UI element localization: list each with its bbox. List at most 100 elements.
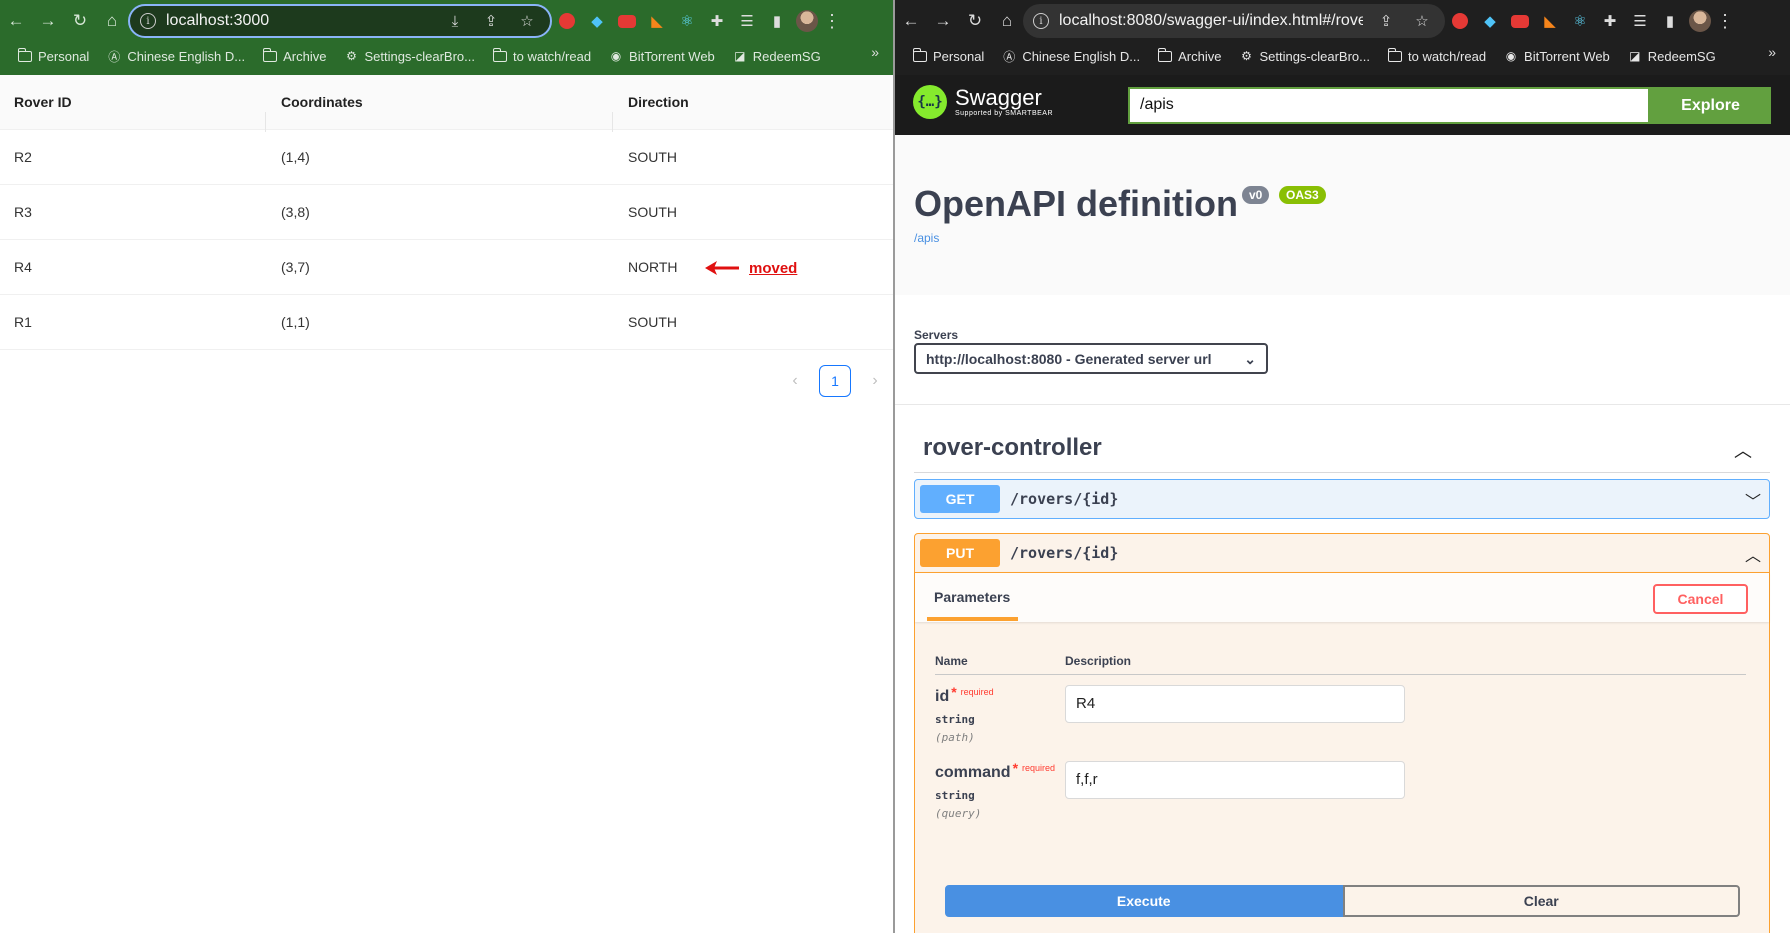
bookmark-archive[interactable]: Archive xyxy=(1150,47,1229,64)
bookmark-settings[interactable]: ⚙ Settings-clearBro... xyxy=(1231,49,1378,64)
folder-icon xyxy=(492,47,507,62)
api-info: OpenAPI definition v0 OAS3 /apis xyxy=(895,135,1790,295)
extension-gem-icon[interactable]: ◆ xyxy=(582,6,612,36)
tab-active-indicator xyxy=(927,617,1018,621)
reading-list-icon[interactable]: ☰ xyxy=(1625,6,1655,36)
chevron-down-icon[interactable]: ﹀ xyxy=(1745,488,1761,512)
reading-list-icon[interactable]: ☰ xyxy=(732,6,762,36)
bookmark-label: RedeemSG xyxy=(752,48,821,64)
column-header: Rover ID xyxy=(14,94,72,110)
bookmark-site-icon: ◪ xyxy=(734,49,746,63)
more-bookmarks-icon[interactable]: » xyxy=(871,44,879,60)
operation-summary[interactable]: PUT /rovers/{id} ︿ xyxy=(915,534,1769,572)
bookmark-archive[interactable]: Archive xyxy=(255,47,334,64)
home-icon[interactable]: ⌂ xyxy=(96,5,128,37)
bookmark-bittorrent[interactable]: ◉ BitTorrent Web xyxy=(1496,49,1618,64)
back-icon[interactable]: ← xyxy=(895,5,927,37)
bookmark-redeemsg[interactable]: ◪ RedeemSG xyxy=(1620,49,1724,64)
table-cell: SOUTH xyxy=(628,149,677,165)
profile-avatar[interactable] xyxy=(1685,6,1715,36)
menu-icon[interactable]: ⋮ xyxy=(1715,11,1735,32)
extension-react-icon[interactable]: ⚛ xyxy=(672,6,702,36)
server-select[interactable]: http://localhost:8080 - Generated server… xyxy=(914,343,1268,374)
bookmark-to-watch[interactable]: to watch/read xyxy=(1380,47,1494,64)
share-icon[interactable]: ⇪ xyxy=(1373,12,1399,30)
install-icon[interactable]: ⤓ xyxy=(442,13,468,30)
operation-get-rover[interactable]: GET /rovers/{id} ﹀ xyxy=(914,479,1770,519)
bookmark-label: BitTorrent Web xyxy=(629,48,715,64)
share-icon[interactable]: ⇪ xyxy=(478,12,504,30)
back-icon[interactable]: ← xyxy=(0,5,32,37)
address-bar[interactable]: i localhost:3000 ⤓ ⇪ ☆ xyxy=(128,4,552,38)
extension-fox-icon[interactable]: ◣ xyxy=(1535,6,1565,36)
site-info-icon[interactable]: i xyxy=(1033,13,1049,29)
tag-rover-controller[interactable]: rover-controller ︿ xyxy=(914,425,1770,473)
side-panel-icon[interactable]: ▮ xyxy=(762,6,792,36)
cancel-button[interactable]: Cancel xyxy=(1653,584,1748,614)
address-bar[interactable]: i localhost:8080/swagger-ui/index.html#/… xyxy=(1023,4,1445,38)
star-icon[interactable]: ☆ xyxy=(1409,12,1435,30)
globe-icon: ◉ xyxy=(1505,49,1517,63)
more-bookmarks-icon[interactable]: » xyxy=(1768,44,1776,60)
required-star: * xyxy=(951,684,957,700)
extensions-puzzle-icon[interactable]: ✚ xyxy=(702,6,732,36)
table-cell: SOUTH xyxy=(628,314,677,330)
extensions-puzzle-icon[interactable]: ✚ xyxy=(1595,6,1625,36)
spec-url-input[interactable]: /apis xyxy=(1128,87,1650,124)
bookmark-label: Settings-clearBro... xyxy=(1259,48,1370,64)
param-id-input[interactable]: R4 xyxy=(1065,685,1405,723)
param-command-input[interactable]: f,f,r xyxy=(1065,761,1405,799)
extension-shield-icon[interactable] xyxy=(552,6,582,36)
explore-button[interactable]: Explore xyxy=(1650,87,1771,124)
table-header: Rover ID Coordinates Direction xyxy=(0,75,893,132)
extension-gem-icon[interactable]: ◆ xyxy=(1475,6,1505,36)
prev-page-icon[interactable]: ‹ xyxy=(785,372,805,390)
tab-parameters[interactable]: Parameters xyxy=(934,589,1010,605)
bookmark-chinese-english[interactable]: Ⓐ Chinese English D... xyxy=(994,49,1148,64)
clear-button[interactable]: Clear xyxy=(1342,885,1740,917)
extension-youtube-icon[interactable] xyxy=(1505,6,1535,36)
folder-icon xyxy=(1157,47,1173,62)
version-badge: v0 xyxy=(1242,186,1270,204)
chevron-up-icon[interactable]: ︿ xyxy=(1734,437,1752,463)
oas-badge: OAS3 xyxy=(1279,186,1326,204)
home-icon[interactable]: ⌂ xyxy=(991,5,1023,37)
reload-icon[interactable]: ↻ xyxy=(959,5,991,37)
method-badge-get: GET xyxy=(920,485,1000,513)
next-page-icon[interactable]: › xyxy=(865,372,885,390)
star-icon[interactable]: ☆ xyxy=(514,12,540,30)
extension-react-icon[interactable]: ⚛ xyxy=(1565,6,1595,36)
swagger-logo-subtitle: Supported by SMARTBEAR xyxy=(955,110,1054,117)
site-info-icon[interactable]: i xyxy=(140,13,156,29)
extension-fox-icon[interactable]: ◣ xyxy=(642,6,672,36)
bookmark-settings[interactable]: ⚙ Settings-clearBro... xyxy=(336,49,483,64)
side-panel-icon[interactable]: ▮ xyxy=(1655,6,1685,36)
param-name-id: id * required xyxy=(935,684,994,706)
forward-icon[interactable]: → xyxy=(32,5,64,37)
param-type: string xyxy=(935,713,975,726)
swagger-logo[interactable]: {…} Swagger Supported by SMARTBEAR xyxy=(913,85,1053,119)
reload-icon[interactable]: ↻ xyxy=(64,5,96,37)
bookmark-personal[interactable]: Personal xyxy=(10,47,97,64)
profile-avatar[interactable] xyxy=(792,6,822,36)
bookmark-chinese-english[interactable]: Ⓐ Chinese English D... xyxy=(99,49,253,64)
bookmark-redeemsg[interactable]: ◪ RedeemSG xyxy=(725,49,829,64)
left-browser-window: ← → ↻ ⌂ i localhost:3000 ⤓ ⇪ ☆ ◆ ◣ ⚛ ✚ ☰… xyxy=(0,0,893,933)
bookmark-label: Archive xyxy=(1178,48,1222,64)
bookmark-to-watch[interactable]: to watch/read xyxy=(485,47,599,64)
forward-icon[interactable]: → xyxy=(927,5,959,37)
menu-icon[interactable]: ⋮ xyxy=(822,11,842,32)
bookmark-label: BitTorrent Web xyxy=(1524,48,1610,64)
param-type: string xyxy=(935,789,975,802)
column-header: Direction xyxy=(612,94,893,132)
extension-shield-icon[interactable] xyxy=(1445,6,1475,36)
bookmark-bittorrent[interactable]: ◉ BitTorrent Web xyxy=(601,49,723,64)
chevron-up-icon[interactable]: ︿ xyxy=(1745,542,1761,566)
base-url-link[interactable]: /apis xyxy=(914,231,939,245)
bookmark-personal[interactable]: Personal xyxy=(905,47,992,64)
execute-button[interactable]: Execute xyxy=(945,885,1343,917)
operation-summary[interactable]: GET /rovers/{id} ﹀ xyxy=(915,480,1769,518)
extension-youtube-icon[interactable] xyxy=(612,6,642,36)
page-number[interactable]: 1 xyxy=(819,365,851,397)
browser-chrome: ← → ↻ ⌂ i localhost:8080/swagger-ui/inde… xyxy=(895,0,1790,75)
